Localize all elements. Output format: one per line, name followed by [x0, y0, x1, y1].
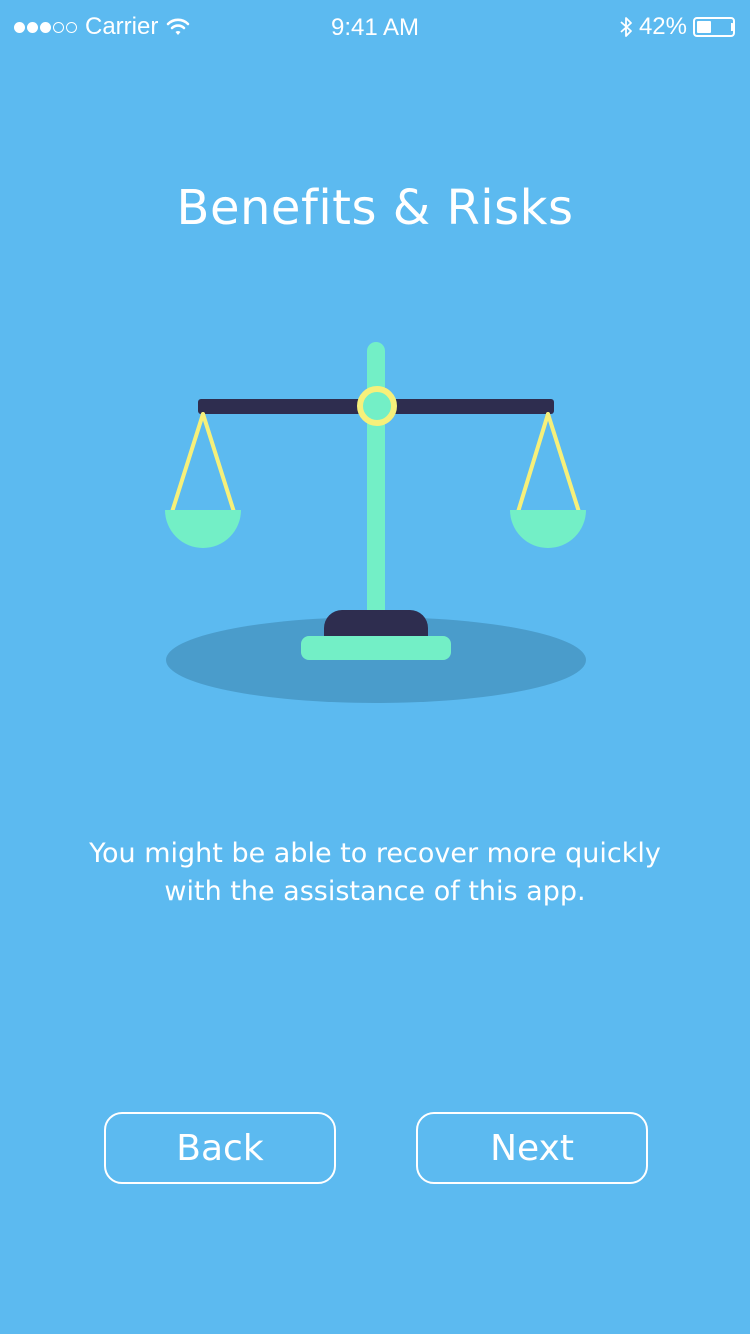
battery-level-fill	[697, 21, 711, 33]
left-pan	[165, 412, 241, 548]
page-title: Benefits & Risks	[176, 180, 574, 236]
bluetooth-icon	[620, 17, 632, 37]
next-button[interactable]: Next	[416, 1112, 648, 1184]
back-button[interactable]: Back	[104, 1112, 336, 1184]
page-description: You might be able to recover more quickl…	[89, 838, 661, 907]
right-pan	[510, 412, 586, 548]
battery-percentage: 42%	[638, 13, 687, 40]
balance-scale-illustration	[165, 342, 586, 703]
scale-pivot	[357, 386, 397, 426]
status-bar: Carrier 9:41 AM 42%	[0, 0, 750, 56]
status-right: 42%	[619, 13, 735, 41]
battery-icon	[693, 17, 735, 37]
scale-pole	[367, 342, 385, 622]
scale-base-top	[324, 610, 428, 636]
scale-base-bottom	[301, 636, 451, 660]
